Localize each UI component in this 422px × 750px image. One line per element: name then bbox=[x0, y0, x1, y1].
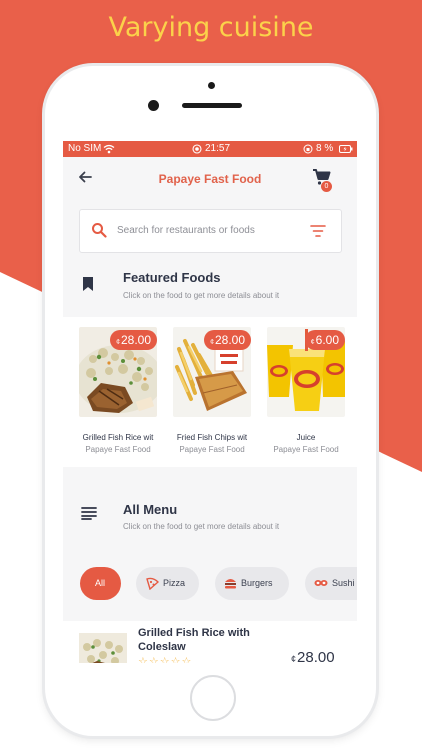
all-menu-section-header: All Menu Click on the food to get more d… bbox=[63, 486, 357, 550]
food-thumbnail bbox=[79, 633, 127, 663]
restaurant-name: Papaye Fast Food bbox=[179, 445, 245, 454]
back-arrow-icon[interactable] bbox=[77, 169, 93, 185]
app-bar: Papaye Fast Food 0 bbox=[63, 157, 357, 202]
restaurant-name: Papaye Fast Food bbox=[85, 445, 151, 454]
menu-list-item[interactable]: Grilled Fish Rice with Coleslaw ☆☆☆☆☆ ¢2… bbox=[63, 621, 357, 663]
price-badge: ¢28.00 bbox=[204, 330, 251, 350]
cart-count-badge: 0 bbox=[321, 181, 332, 192]
menu-list-icon bbox=[81, 507, 97, 520]
featured-card[interactable]: ¢28.00 Fried Fish Chips wit Papaye Fast … bbox=[173, 327, 251, 457]
phone-camera bbox=[148, 100, 159, 111]
status-time: 21:57 bbox=[205, 143, 231, 154]
pizza-icon bbox=[146, 577, 159, 590]
category-chip-sushi[interactable]: Sushi bbox=[305, 567, 357, 600]
price-badge: ¢6.00 bbox=[304, 330, 345, 350]
app-screen: No SIM 21:57 8 % Papaye Fast Food 0 Sear… bbox=[63, 141, 357, 663]
orientation-lock-icon bbox=[303, 144, 313, 154]
page-title: Papaye Fast Food bbox=[158, 172, 262, 186]
price-badge: ¢28.00 bbox=[110, 330, 157, 350]
status-bar: No SIM 21:57 8 % bbox=[63, 141, 357, 157]
food-name: Juice bbox=[296, 433, 316, 442]
wifi-icon bbox=[103, 144, 115, 154]
phone-sensor bbox=[208, 82, 215, 89]
battery-percent: 8 % bbox=[316, 143, 334, 154]
phone-speaker bbox=[182, 103, 242, 108]
carrier-label: No SIM bbox=[68, 143, 102, 154]
search-icon bbox=[92, 223, 107, 238]
food-name: Grilled Fish Rice wit bbox=[82, 433, 154, 442]
featured-title: Featured Foods bbox=[123, 270, 221, 285]
category-chip-pizza[interactable]: Pizza bbox=[136, 567, 199, 600]
featured-carousel[interactable]: ¢28.00 Grilled Fish Rice wit Papaye Fast… bbox=[63, 317, 357, 467]
search-input[interactable]: Search for restaurants or foods bbox=[117, 225, 255, 236]
bookmark-icon bbox=[83, 277, 93, 291]
sushi-icon bbox=[314, 580, 328, 586]
menu-item-name: Grilled Fish Rice with Coleslaw bbox=[138, 627, 250, 653]
battery-icon bbox=[339, 145, 353, 153]
burger-icon bbox=[225, 579, 236, 589]
category-filter: All Pizza Burgers Sushi bbox=[63, 553, 357, 613]
food-name: Fried Fish Chips wit bbox=[176, 433, 248, 442]
screen-record-icon bbox=[192, 144, 202, 154]
featured-card[interactable]: ¢6.00 Juice Papaye Fast Food bbox=[267, 327, 345, 457]
home-button[interactable] bbox=[190, 675, 236, 721]
featured-card[interactable]: ¢28.00 Grilled Fish Rice wit Papaye Fast… bbox=[79, 327, 157, 457]
category-chip-burgers[interactable]: Burgers bbox=[215, 567, 289, 600]
menu-item-price: ¢28.00 bbox=[291, 649, 335, 663]
filter-icon[interactable] bbox=[310, 224, 326, 238]
promo-title: Varying cuisine bbox=[108, 12, 314, 43]
all-menu-subtitle: Click on the food to get more details ab… bbox=[123, 522, 280, 531]
search-bar[interactable]: Search for restaurants or foods bbox=[79, 209, 342, 253]
category-chip-all[interactable]: All bbox=[80, 567, 121, 600]
restaurant-name: Papaye Fast Food bbox=[273, 445, 339, 454]
featured-section-header: Featured Foods Click on the food to get … bbox=[63, 257, 357, 321]
featured-subtitle: Click on the food to get more details ab… bbox=[123, 291, 280, 300]
rating-stars: ☆☆☆☆☆ bbox=[138, 656, 193, 663]
all-menu-title: All Menu bbox=[123, 502, 178, 517]
